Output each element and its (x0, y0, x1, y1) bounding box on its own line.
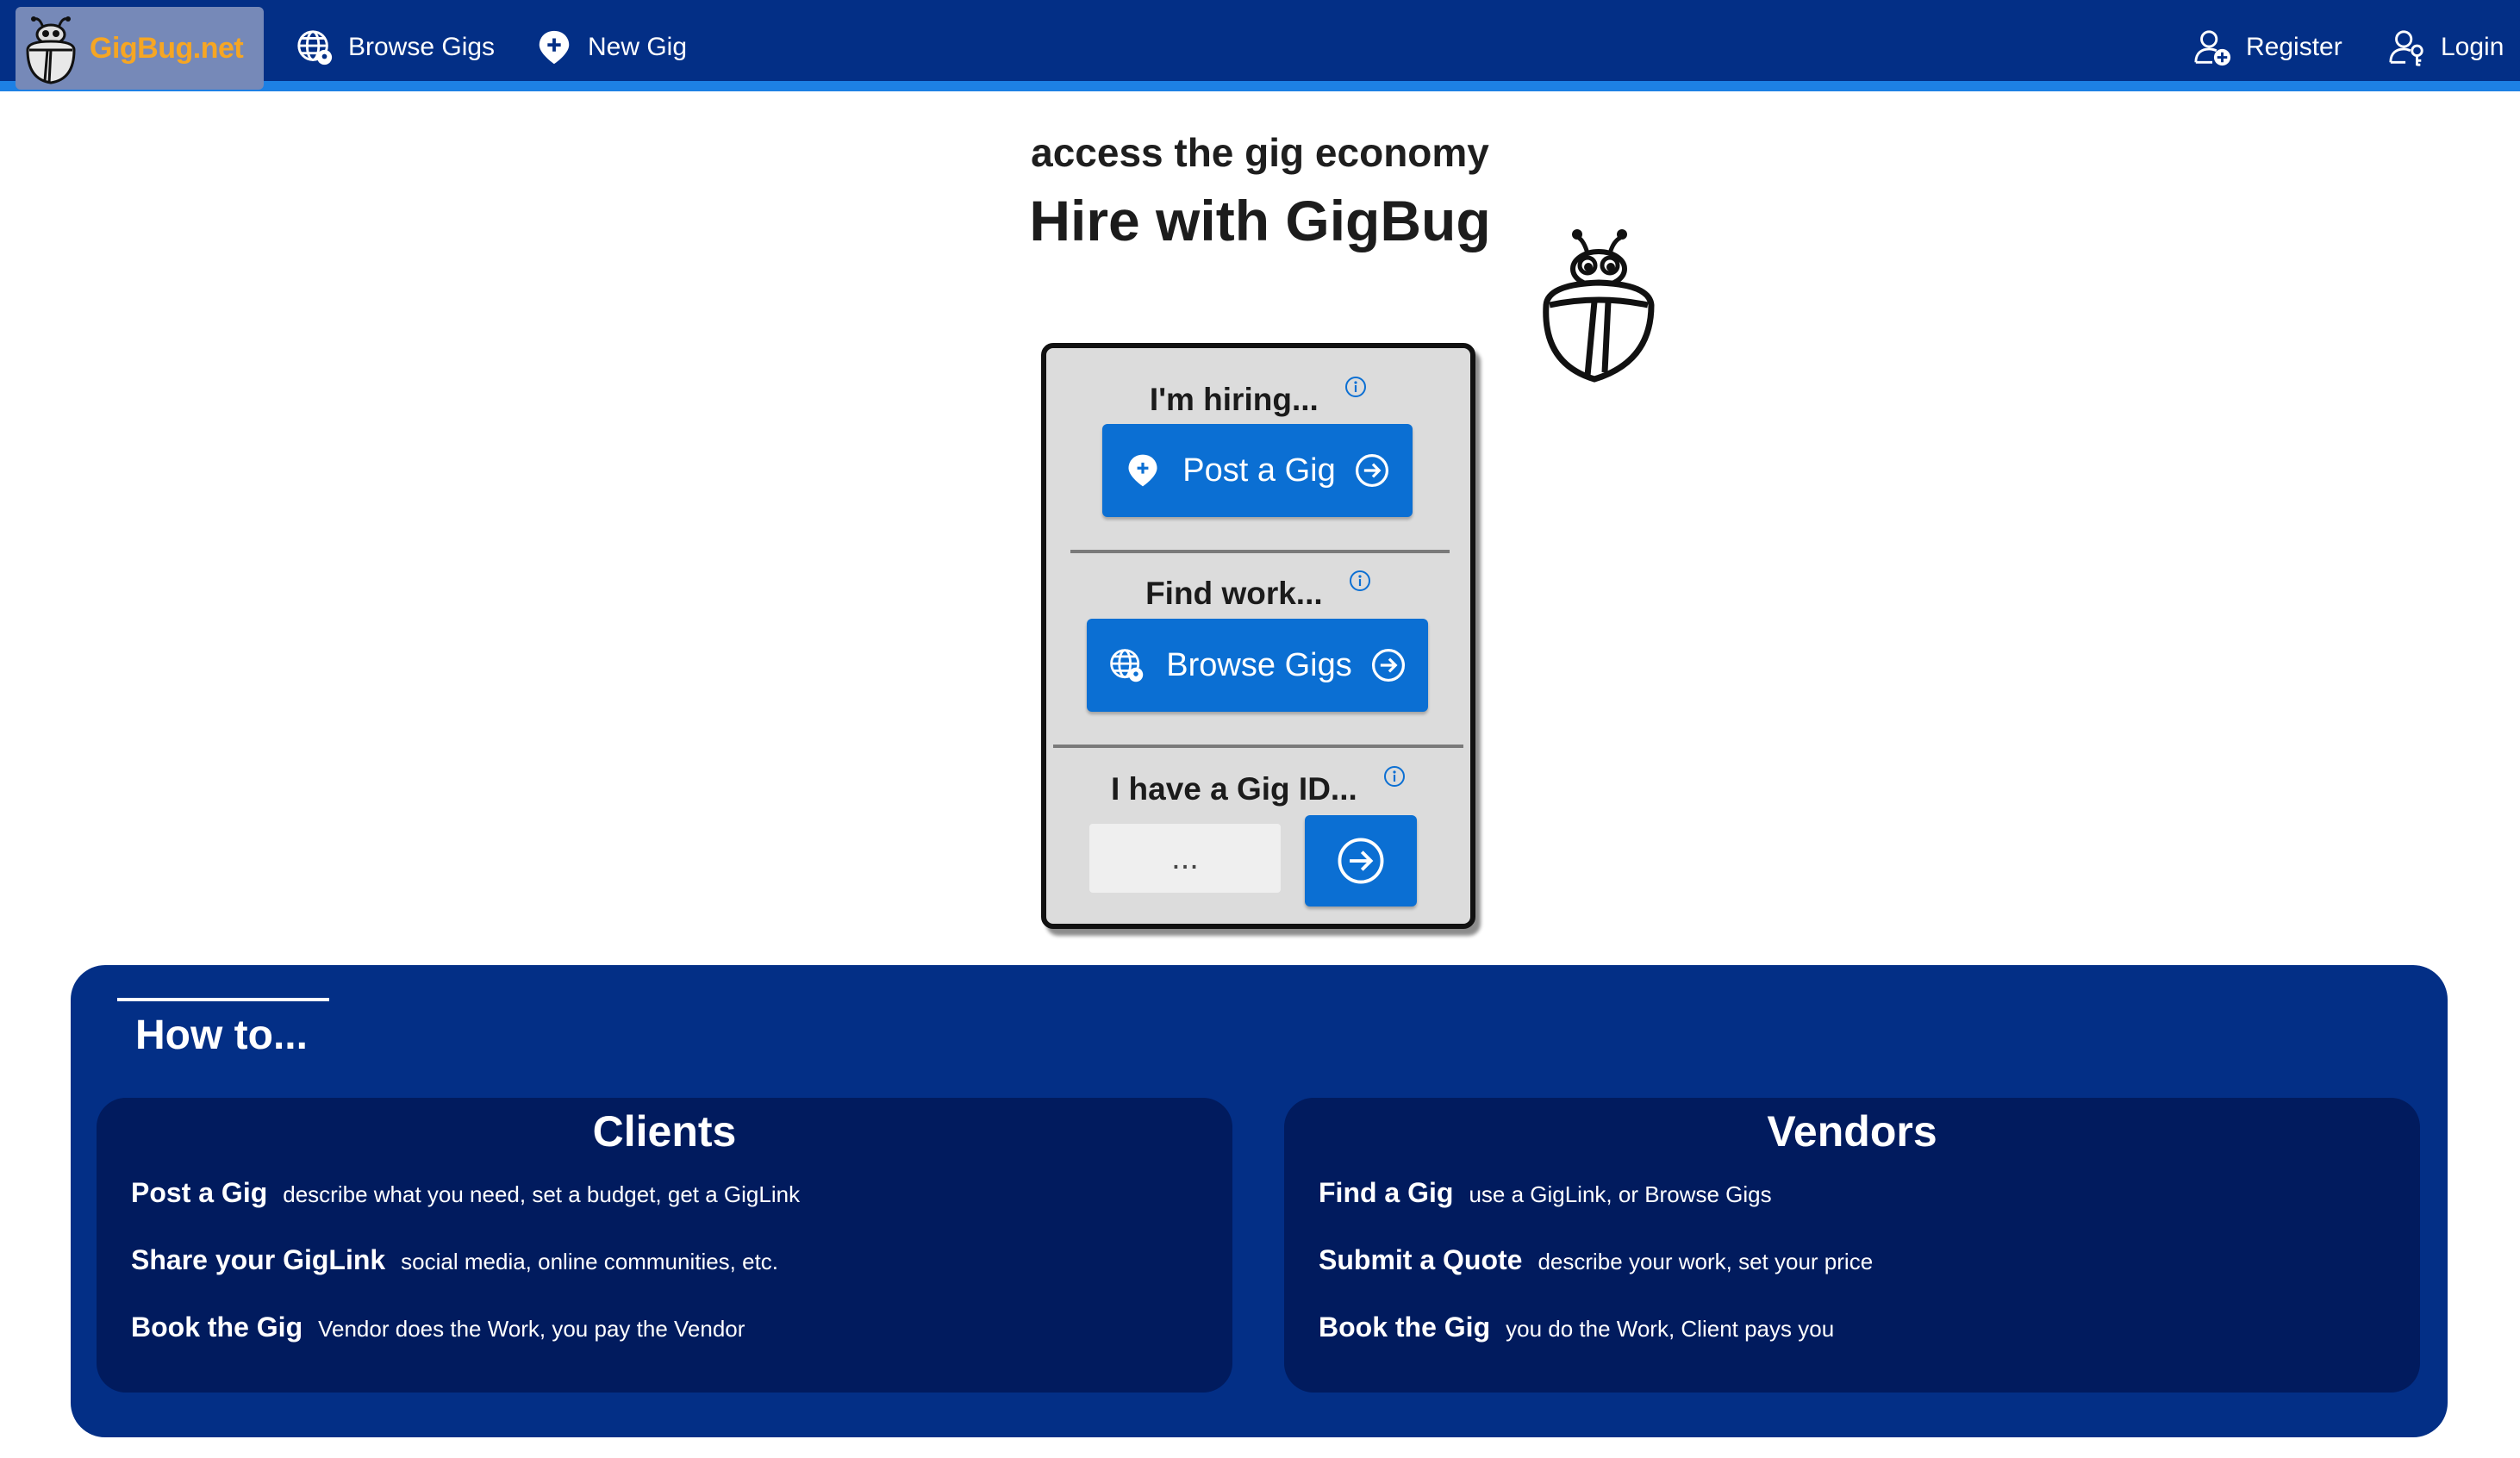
find-work-label: Find work... (1145, 576, 1323, 611)
nav-new-gig[interactable]: New Gig (534, 23, 687, 72)
gig-id-submit-button[interactable] (1305, 815, 1417, 907)
list-item: Share your GigLink social media, online c… (131, 1244, 778, 1276)
info-icon[interactable] (1344, 376, 1367, 398)
step-description: Vendor does the Work, you pay the Vendor (318, 1316, 745, 1342)
globe-location-icon (1110, 649, 1144, 682)
list-item: Submit a Quote describe your work, set yo… (1319, 1244, 1873, 1276)
gigbug-mascot-icon (1543, 229, 1655, 383)
map-pin-plus-icon (1128, 454, 1157, 487)
clients-title: Clients (592, 1107, 737, 1156)
step-description: social media, online communities, etc. (401, 1249, 779, 1274)
nav-browse-gigs-label: Browse Gigs (348, 33, 496, 61)
step-description: use a GigLink, or Browse Gigs (1469, 1181, 1772, 1207)
how-to-rule (117, 998, 329, 1001)
brand-name: GigBug.net (90, 31, 244, 65)
nav-register[interactable]: Register (2193, 23, 2342, 72)
browse-gigs-button[interactable]: Browse Gigs (1087, 619, 1428, 712)
list-item: Book the Gig you do the Work, Client pays… (1319, 1312, 1834, 1343)
info-icon[interactable] (1383, 765, 1406, 788)
action-card: I'm hiring... Post a Gig Find work... Br… (1041, 343, 1475, 929)
arrow-right-circle-icon (1371, 648, 1405, 682)
clients-column: Clients Post a Gig describe what you need… (97, 1098, 1232, 1393)
gig-id-input[interactable] (1089, 824, 1281, 893)
list-item: Book the Gig Vendor does the Work, you pa… (131, 1312, 745, 1343)
browse-gigs-button-label: Browse Gigs (1166, 646, 1352, 683)
step-name: Share your GigLink (131, 1244, 386, 1275)
post-gig-button-label: Post a Gig (1182, 452, 1336, 489)
card-divider (1053, 745, 1463, 748)
vendors-column: Vendors Find a Gig use a GigLink, or Brow… (1284, 1098, 2420, 1393)
step-name: Find a Gig (1319, 1177, 1454, 1208)
nav-login-label: Login (2441, 33, 2504, 61)
step-description: describe your work, set your price (1538, 1249, 1874, 1274)
top-navbar: GigBug.net Browse Gigs New Gig Register (0, 0, 2520, 91)
step-name: Book the Gig (1319, 1312, 1491, 1343)
step-description: you do the Work, Client pays you (1506, 1316, 1835, 1342)
gig-id-label-row: I have a Gig ID... (1046, 765, 1470, 807)
step-description: describe what you need, set a budget, ge… (283, 1181, 801, 1207)
user-key-icon (2389, 30, 2423, 66)
globe-location-icon (297, 30, 333, 65)
vendors-title: Vendors (1767, 1107, 1937, 1156)
hero-title: Hire with GigBug (1029, 189, 1491, 252)
nav-register-label: Register (2246, 33, 2342, 61)
how-to-panel: How to... Clients Post a Gig describe wha… (71, 965, 2448, 1437)
map-pin-plus-icon (539, 30, 570, 65)
how-to-title: How to... (135, 1012, 308, 1058)
nav-browse-gigs[interactable]: Browse Gigs (295, 23, 495, 72)
user-plus-icon (2194, 30, 2231, 66)
step-name: Post a Gig (131, 1177, 268, 1208)
gigbug-logo-icon (26, 16, 76, 84)
hiring-label: I'm hiring... (1149, 382, 1319, 417)
nav-new-gig-label: New Gig (588, 33, 688, 61)
hiring-label-row: I'm hiring... (1046, 376, 1470, 418)
card-divider (1070, 550, 1450, 553)
post-gig-button[interactable]: Post a Gig (1102, 424, 1413, 517)
gig-id-label: I have a Gig ID... (1110, 771, 1357, 807)
hero-eyebrow: access the gig economy (1031, 130, 1489, 175)
brand-home-link[interactable]: GigBug.net (16, 7, 264, 90)
step-name: Submit a Quote (1319, 1244, 1523, 1275)
arrow-right-circle-icon (1355, 453, 1388, 488)
arrow-right-circle-icon (1338, 838, 1384, 884)
nav-login[interactable]: Login (2387, 23, 2504, 72)
step-name: Book the Gig (131, 1312, 303, 1343)
list-item: Post a Gig describe what you need, set a … (131, 1177, 800, 1209)
info-icon[interactable] (1349, 570, 1371, 592)
find-work-label-row: Find work... (1046, 570, 1470, 612)
list-item: Find a Gig use a GigLink, or Browse Gigs (1319, 1177, 1772, 1209)
